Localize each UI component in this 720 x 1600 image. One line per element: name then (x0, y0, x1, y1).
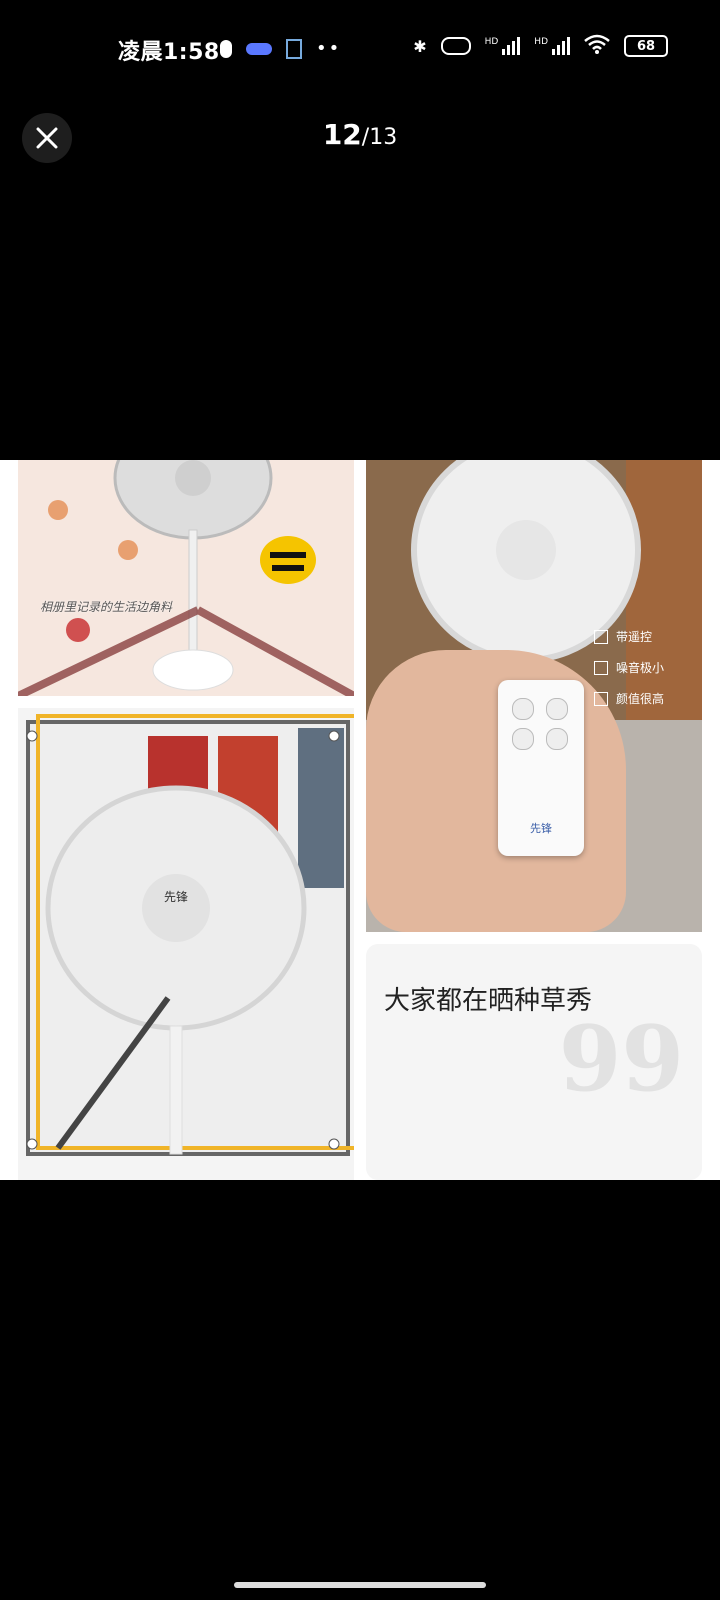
notification-icons: •• (220, 38, 341, 59)
total-count: /13 (361, 125, 398, 150)
shield-icon (220, 39, 232, 58)
signal-icon-2: HD (534, 37, 570, 55)
feature-item: 颜值很高 (594, 690, 664, 707)
status-bar: 凌晨1:58 •• ✱ HD HD 68 (0, 0, 720, 100)
bluetooth-icon: ✱ (413, 36, 427, 56)
vibrate-icon (440, 37, 471, 55)
hand-image (366, 650, 626, 932)
quote-mark-icon: 99 (558, 1006, 684, 1112)
photo-fan-room: 先锋 (18, 708, 354, 1180)
image-viewer[interactable]: 相册里记录的生活边角料 先锋 带遥控 噪音极小 颜值很高 先锋 大家都在晒种草秀… (0, 460, 720, 1180)
image-counter: 12/13 (0, 118, 720, 151)
more-notifications-icon: •• (316, 38, 342, 59)
network-type-label-2: HD (534, 37, 548, 47)
photo-fan-stickers: 相册里记录的生活边角料 (18, 460, 354, 696)
network-type-label: HD (484, 37, 499, 47)
check-icon (594, 660, 608, 675)
cloud-icon (246, 42, 272, 55)
photo-fan-remote: 先锋 带遥控 噪音极小 颜值很高 (366, 460, 702, 932)
system-icons: ✱ HD HD 68 (413, 34, 668, 58)
feature-item: 带遥控 (594, 628, 664, 645)
battery-indicator: 68 (624, 35, 668, 57)
signal-icon: HD (485, 37, 521, 55)
check-icon (594, 629, 608, 644)
remote-brand: 先锋 (530, 822, 552, 835)
sim-card-icon (286, 38, 302, 59)
feature-item: 噪音极小 (594, 659, 664, 676)
fan-brand: 先锋 (164, 890, 189, 904)
quote-card[interactable]: 大家都在晒种草秀 99 (366, 944, 702, 1180)
feature-list: 带遥控 噪音极小 颜值很高 (594, 628, 664, 721)
status-time: 凌晨1:58 (118, 40, 220, 65)
gesture-navigation-bar[interactable] (234, 1582, 486, 1588)
remote-control-image: 先锋 (498, 680, 584, 856)
check-icon (594, 691, 608, 706)
photo-caption: 相册里记录的生活边角料 (40, 600, 173, 614)
current-index: 12 (322, 118, 362, 151)
wifi-icon (584, 34, 610, 58)
